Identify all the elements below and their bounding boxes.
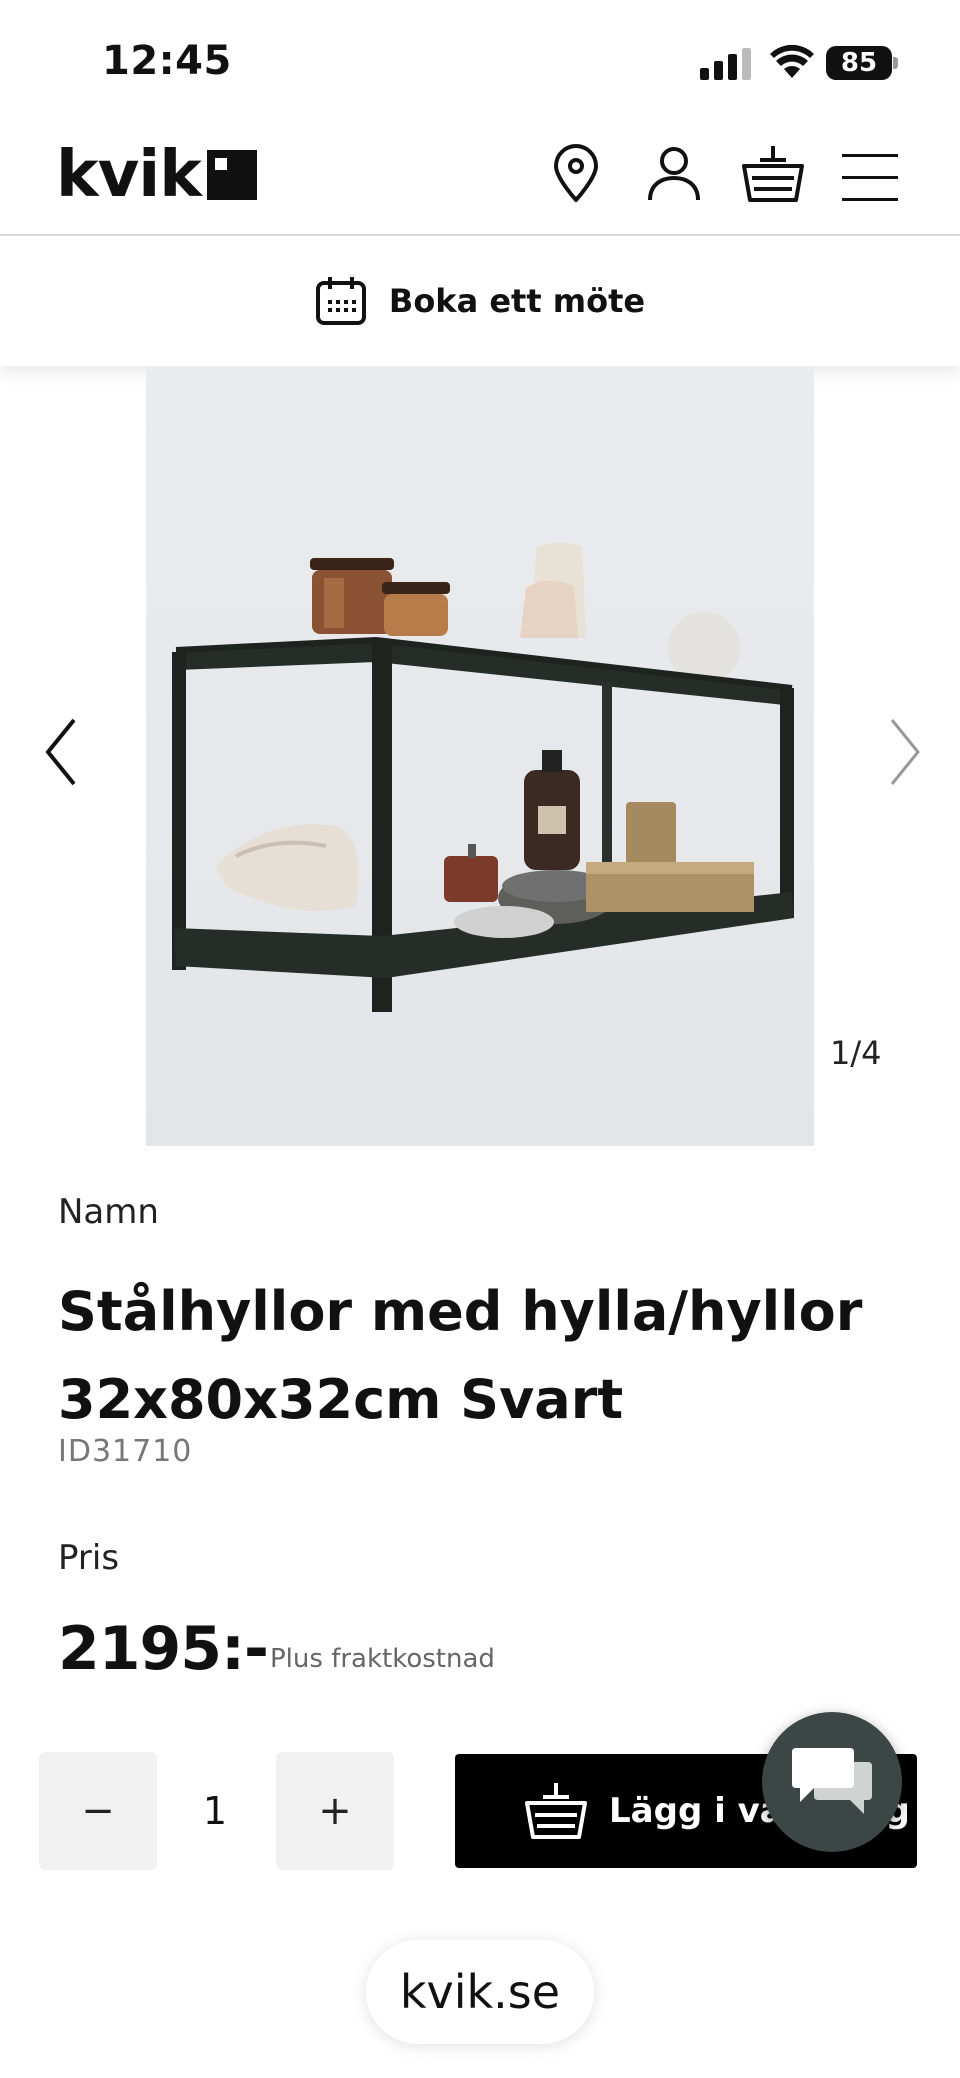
quantity-value[interactable]: 1 bbox=[180, 1752, 250, 1870]
product-title-line1: Stålhyllor med hylla/hyllor bbox=[58, 1280, 863, 1343]
product-title: Stålhyllor med hylla/hyllor 32x80x32cm S… bbox=[58, 1268, 918, 1444]
wifi-icon bbox=[770, 44, 814, 78]
shelf-photo-illustration bbox=[172, 542, 794, 1012]
battery-icon: 85 bbox=[826, 46, 892, 80]
store-locator-icon[interactable] bbox=[548, 144, 604, 204]
chat-button[interactable] bbox=[762, 1712, 902, 1852]
menu-icon[interactable] bbox=[842, 148, 898, 208]
price-label: Pris bbox=[58, 1538, 120, 1578]
battery-tip bbox=[893, 57, 898, 69]
product-id: ID31710 bbox=[58, 1434, 193, 1469]
book-meeting-label: Boka ett möte bbox=[388, 282, 646, 320]
basket-icon bbox=[525, 1783, 587, 1839]
signal-icon bbox=[700, 48, 751, 80]
book-meeting-button[interactable]: Boka ett möte bbox=[0, 236, 960, 366]
previous-image-arrow-icon[interactable] bbox=[38, 712, 88, 792]
browser-url-bar[interactable]: kvik.se bbox=[366, 1940, 594, 2044]
product-image[interactable] bbox=[146, 366, 814, 1146]
product-title-line2: 32x80x32cm Svart bbox=[58, 1368, 624, 1431]
quantity-decrease-button[interactable]: − bbox=[39, 1752, 157, 1870]
kvik-logo[interactable]: kvik bbox=[56, 140, 202, 210]
name-label: Namn bbox=[58, 1192, 159, 1232]
product-price: 2195:- bbox=[58, 1614, 269, 1684]
chat-icon bbox=[792, 1748, 872, 1814]
calendar-icon bbox=[315, 277, 366, 325]
next-image-arrow-icon[interactable] bbox=[880, 712, 930, 792]
basket-icon[interactable] bbox=[742, 144, 804, 204]
kvik-logo-mark[interactable] bbox=[207, 150, 257, 200]
image-counter: 1/4 bbox=[830, 1034, 882, 1072]
status-time: 12:45 bbox=[102, 38, 232, 84]
account-icon[interactable] bbox=[646, 144, 702, 204]
quantity-increase-button[interactable]: + bbox=[276, 1752, 394, 1870]
shipping-note: Plus fraktkostnad bbox=[270, 1644, 495, 1674]
